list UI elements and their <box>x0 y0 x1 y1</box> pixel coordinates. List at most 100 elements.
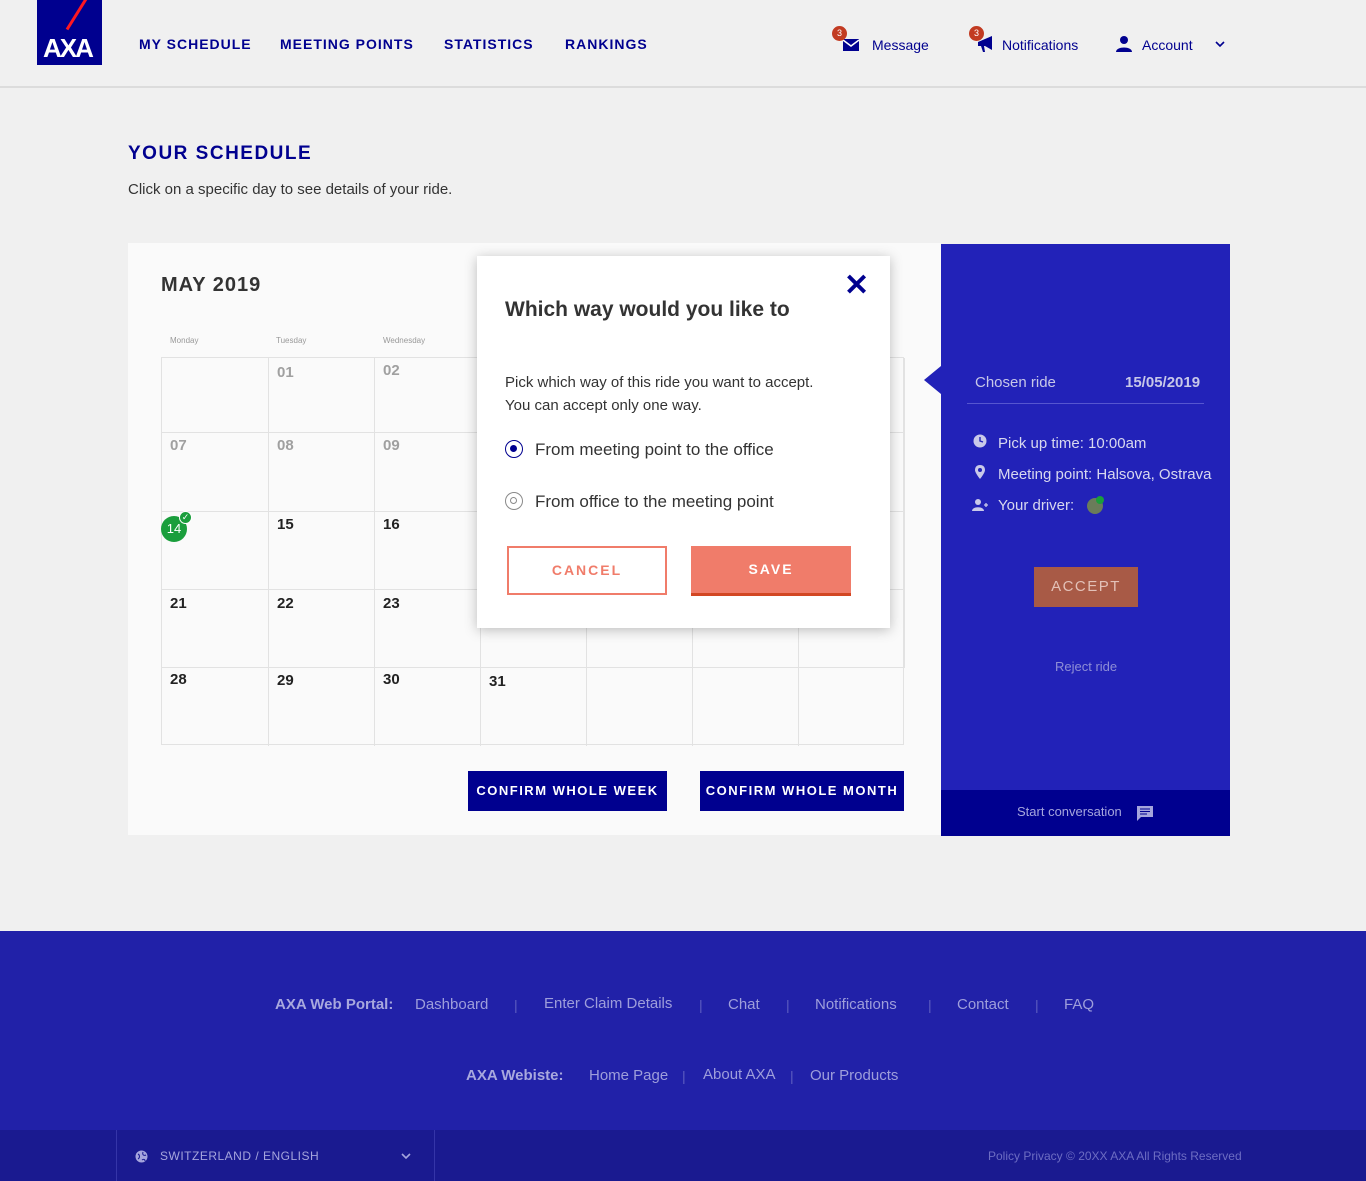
calendar-cell[interactable]: 07 <box>162 433 269 512</box>
confirm-month-button[interactable]: CONFIRM WHOLE MONTH <box>700 771 904 811</box>
portal-label: AXA Web Portal: <box>275 996 394 1013</box>
day-number: 01 <box>277 364 294 381</box>
clock-icon <box>973 434 987 448</box>
top-header: AXA MY SCHEDULE MEETING POINTS STATISTIC… <box>0 0 1366 88</box>
footer-link-home[interactable]: Home Page <box>589 1067 668 1084</box>
dialog-desc-line: You can accept only one way. <box>505 397 702 414</box>
logo-text: AXA <box>43 33 94 63</box>
nav-statistics[interactable]: STATISTICS <box>444 36 534 52</box>
day-number: 09 <box>383 437 400 454</box>
day-number: 15 <box>277 516 294 533</box>
globe-icon <box>135 1150 148 1163</box>
calendar-cell[interactable] <box>799 668 905 746</box>
page-title: YOUR SCHEDULE <box>128 143 313 164</box>
footer-link-notifications[interactable]: Notifications <box>815 996 897 1013</box>
day-number: 30 <box>383 671 400 688</box>
separator: | <box>699 997 703 1013</box>
weekday-label: Monday <box>170 336 199 345</box>
day-number: 02 <box>383 362 400 379</box>
logo-slash <box>65 0 101 31</box>
cancel-button[interactable]: CANCEL <box>507 546 667 595</box>
location-pin-icon <box>975 465 985 479</box>
accept-direction-dialog: Which way would you like to ✕ Pick which… <box>477 256 890 628</box>
footer-link-claim[interactable]: Enter Claim Details <box>544 995 672 1012</box>
chosen-ride-label: Chosen ride <box>975 374 1056 391</box>
website-label: AXA Webiste: <box>466 1067 564 1084</box>
nav-rankings[interactable]: RANKINGS <box>565 36 648 52</box>
weekday-label: Wednesday <box>383 336 426 345</box>
verified-icon <box>1096 496 1104 504</box>
footer-link-about[interactable]: About AXA <box>703 1066 776 1083</box>
chevron-down-icon[interactable] <box>401 1152 411 1160</box>
footer-link-faq[interactable]: FAQ <box>1064 996 1094 1013</box>
language-label[interactable]: SWITZERLAND / ENGLISH <box>160 1149 319 1163</box>
separator: | <box>786 997 790 1013</box>
driver-label: Your driver: <box>998 497 1075 514</box>
account-link[interactable]: Account <box>1142 37 1193 53</box>
close-icon[interactable]: ✕ <box>844 271 869 301</box>
day-number: 28 <box>170 671 187 688</box>
copyright: Policy Privacy © 20XX AXA All Rights Res… <box>988 1149 1242 1163</box>
ride-details-panel <box>941 244 1230 790</box>
footer-link-contact[interactable]: Contact <box>957 996 1009 1013</box>
chevron-down-icon[interactable] <box>1215 40 1225 48</box>
calendar-cell[interactable]: 08 <box>269 433 375 512</box>
calendar-cell[interactable]: 30 <box>375 668 481 746</box>
meeting-point: Meeting point: Halsova, Ostrava <box>998 466 1212 483</box>
nav-meeting-points[interactable]: MEETING POINTS <box>280 36 414 52</box>
confirm-week-button[interactable]: CONFIRM WHOLE WEEK <box>468 771 667 811</box>
separator: | <box>1035 997 1039 1013</box>
conversation-bar[interactable]: Start conversation <box>941 790 1230 836</box>
ride-date: 15/05/2019 <box>1125 374 1201 391</box>
panel-pointer <box>924 366 941 394</box>
calendar-cell[interactable]: 28 <box>162 668 269 746</box>
separator: | <box>682 1068 686 1084</box>
radio-meeting-to-office[interactable] <box>505 440 523 458</box>
reject-ride-link[interactable]: Reject ride <box>1055 659 1117 674</box>
dialog-description: Pick which way of this ride you want to … <box>505 371 845 417</box>
day-number: 23 <box>383 595 400 612</box>
calendar-cell[interactable]: 16 <box>375 512 481 590</box>
calendar-cell[interactable]: 31 <box>481 668 587 746</box>
weekday-label: Tuesday <box>276 336 307 345</box>
separator: | <box>790 1068 794 1084</box>
footer-link-products[interactable]: Our Products <box>810 1067 898 1084</box>
footer-link-dashboard[interactable]: Dashboard <box>415 996 488 1013</box>
user-icon[interactable] <box>1115 36 1133 52</box>
driver-icon <box>972 499 988 511</box>
dialog-desc-line: Pick which way of this ride you want to … <box>505 374 814 391</box>
axa-logo[interactable]: AXA <box>37 0 102 65</box>
message-badge: 3 <box>832 26 847 41</box>
divider <box>967 403 1204 404</box>
dialog-title: Which way would you like to <box>505 298 790 321</box>
calendar-cell[interactable]: 01 <box>269 358 375 433</box>
calendar-cell[interactable]: 29 <box>269 668 375 746</box>
calendar-cell[interactable]: 15 <box>269 512 375 590</box>
day-number: 29 <box>277 672 294 689</box>
page-subtitle: Click on a specific day to see details o… <box>128 181 453 198</box>
calendar-cell[interactable]: 21 <box>162 590 269 668</box>
radio-office-to-meeting[interactable] <box>505 492 523 510</box>
calendar-cell[interactable]: 23 <box>375 590 481 668</box>
day-number: 08 <box>277 437 294 454</box>
notifications-link[interactable]: Notifications <box>1002 37 1078 53</box>
start-conversation-label[interactable]: Start conversation <box>1017 804 1122 819</box>
message-link[interactable]: Message <box>872 37 929 53</box>
site-footer <box>0 931 1366 1130</box>
chat-icon[interactable] <box>1136 805 1154 821</box>
day-number: 21 <box>170 595 187 612</box>
calendar-cell[interactable] <box>693 668 799 746</box>
calendar-cell[interactable]: 22 <box>269 590 375 668</box>
calendar-cell[interactable]: 02 <box>375 358 481 433</box>
calendar-cell-empty <box>162 358 269 433</box>
accept-button[interactable]: ACCEPT <box>1034 567 1138 607</box>
option-label[interactable]: From meeting point to the office <box>535 440 774 460</box>
calendar-cell[interactable] <box>587 668 693 746</box>
save-button[interactable]: SAVE <box>691 546 851 596</box>
option-label[interactable]: From office to the meeting point <box>535 492 774 512</box>
separator: | <box>928 997 932 1013</box>
calendar-cell[interactable]: 09 <box>375 433 481 512</box>
footer-link-chat[interactable]: Chat <box>728 996 760 1013</box>
nav-my-schedule[interactable]: MY SCHEDULE <box>139 36 252 52</box>
calendar-month: MAY 2019 <box>161 274 262 296</box>
